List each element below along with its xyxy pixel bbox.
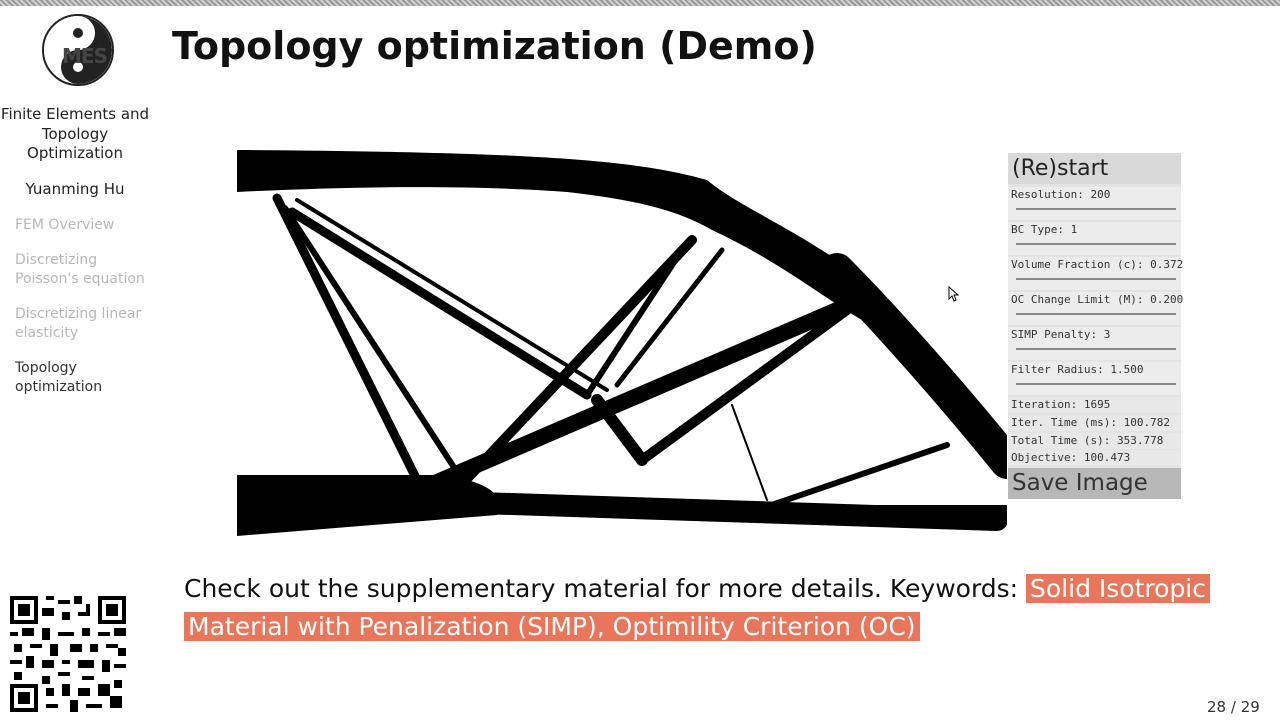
- sidebar: Finite Elements and Topology Optimizatio…: [0, 105, 150, 413]
- nav-item-poisson[interactable]: Discretizing Poisson's equation: [15, 251, 150, 289]
- bc-type-slider-row: BC Type: 1: [1008, 222, 1181, 267]
- resolution-label: Resolution: 200: [1011, 188, 1111, 201]
- total-time-readout: Total Time (s): 353.778: [1008, 433, 1181, 449]
- page-current: 28: [1207, 698, 1227, 716]
- volume-fraction-slider[interactable]: [1016, 278, 1176, 302]
- restart-button[interactable]: (Re)start: [1008, 153, 1181, 184]
- filter-radius-slider[interactable]: [1016, 383, 1176, 407]
- mouse-cursor-icon: [948, 285, 960, 306]
- oc-change-limit-label: OC Change Limit (M): 0.200: [1011, 293, 1184, 306]
- iter-time-readout: Iter. Time (ms): 100.782: [1008, 415, 1181, 431]
- control-panel: (Re)start Resolution: 200 BC Type: 1 Vol…: [1008, 153, 1184, 499]
- topology-result-image: [226, 150, 1024, 536]
- resolution-slider[interactable]: [1016, 208, 1177, 232]
- simp-penalty-label: SIMP Penalty: 3: [1011, 328, 1111, 341]
- qr-code-icon: [10, 596, 126, 712]
- page-separator: /: [1230, 698, 1236, 716]
- nav-item-fem-overview[interactable]: FEM Overview: [15, 216, 150, 235]
- top-border: [0, 0, 1280, 6]
- resolution-slider-row: Resolution: 200: [1008, 187, 1181, 232]
- filter-radius-label: Filter Radius: 1.500: [1011, 363, 1144, 376]
- save-image-button[interactable]: Save Image: [1008, 468, 1181, 499]
- caption: Check out the supplementary material for…: [184, 570, 1244, 646]
- simp-penalty-slider[interactable]: [1016, 348, 1176, 372]
- filter-radius-slider-row: Filter Radius: 1.500: [1008, 362, 1181, 407]
- simp-penalty-slider-row: SIMP Penalty: 3: [1008, 327, 1181, 372]
- volume-fraction-label: Volume Fraction (c): 0.372: [1011, 258, 1184, 271]
- author-name: Yuanming Hu: [25, 179, 125, 198]
- slide-title: Topology optimization (Demo): [172, 24, 817, 68]
- caption-text: Check out the supplementary material for…: [184, 574, 1027, 603]
- section-nav: FEM Overview Discretizing Poisson's equa…: [0, 216, 150, 397]
- volume-fraction-slider-row: Volume Fraction (c): 0.372: [1008, 257, 1184, 302]
- keyword-highlight-1: Solid Isotropic: [1026, 574, 1210, 603]
- bc-type-label: BC Type: 1: [1011, 223, 1078, 236]
- oc-change-limit-slider-row: OC Change Limit (M): 0.200: [1008, 292, 1184, 337]
- talk-title: Finite Elements and Topology Optimizatio…: [0, 105, 150, 162]
- keyword-highlight-2: Material with Penalization (SIMP), Optim…: [184, 612, 920, 641]
- page-number: 28 / 29: [1207, 698, 1260, 716]
- logo-text: MES: [62, 44, 108, 68]
- objective-readout: Objective: 100.473: [1008, 450, 1181, 466]
- oc-change-limit-slider[interactable]: [1016, 313, 1176, 337]
- bc-type-slider[interactable]: [1013, 243, 1176, 267]
- page-total: 29: [1240, 698, 1260, 716]
- iteration-readout: Iteration: 1695: [1008, 397, 1181, 413]
- nav-item-linear-elasticity[interactable]: Discretizing linear elasticity: [15, 305, 150, 343]
- nav-item-topology-optimization[interactable]: Topology optimization: [15, 359, 150, 397]
